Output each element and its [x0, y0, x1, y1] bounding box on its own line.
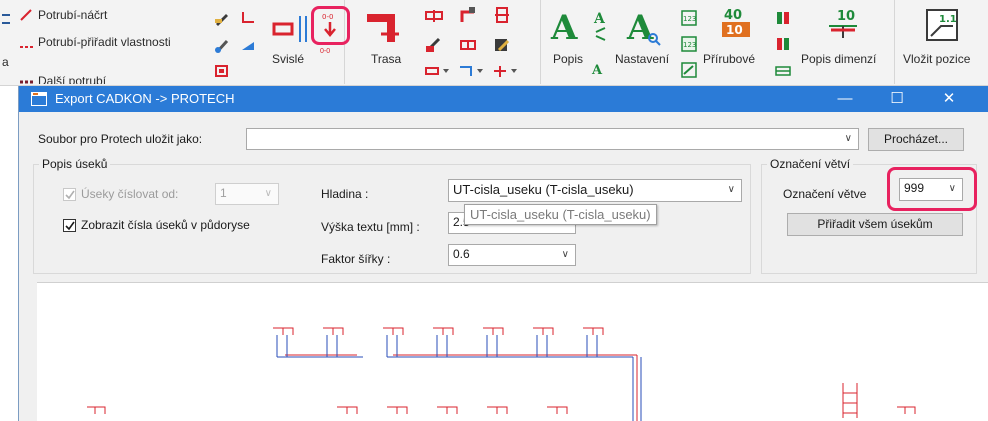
- layer-select[interactable]: UT-cisla_useku (T-cisla_useku) ∨: [448, 179, 742, 202]
- nastaveni-button[interactable]: A Nastavení: [613, 4, 679, 80]
- chevron-down-icon: ∨: [264, 188, 272, 199]
- svg-text:123: 123: [683, 41, 696, 49]
- svg-text:123: 123: [683, 15, 696, 23]
- minimize-button[interactable]: —: [825, 86, 865, 112]
- small-00-label: 0-0: [320, 48, 331, 55]
- flange-40-10-icon: 40 10: [719, 6, 755, 43]
- flange-small-b-icon[interactable]: [775, 36, 791, 55]
- num-123-mid-icon[interactable]: 123: [681, 36, 697, 55]
- fitting-d-icon[interactable]: [425, 36, 443, 57]
- show-numbers-checkbox[interactable]: [63, 219, 76, 232]
- dimension-label-icon: 10: [825, 6, 861, 43]
- fitting-a-icon[interactable]: [425, 8, 443, 27]
- group-trasa: Trasa: [345, 0, 541, 84]
- group-popis: A Popis A A A Nastavení 123 123 40 10 Pří…: [541, 0, 895, 84]
- popis-tiny-a-icon[interactable]: A: [591, 60, 607, 79]
- width-factor-value: 0.6: [453, 247, 470, 261]
- pipe-drawing: [87, 327, 916, 421]
- magnifier-icon: [647, 32, 661, 49]
- save-as-combobox[interactable]: ∨: [246, 128, 859, 150]
- pipe-assign-icon: [20, 39, 34, 48]
- export-dialog: Export CADKON -> PROTECH — ☐ ✕ Soubor pr…: [18, 86, 988, 421]
- layer-label: Hladina :: [321, 187, 369, 201]
- fitting-f-icon[interactable]: [493, 36, 511, 57]
- svg-text:10: 10: [837, 9, 855, 24]
- svg-text:1.1: 1.1: [939, 14, 957, 25]
- vlozit-pozice-label: Vložit pozice: [903, 52, 971, 66]
- popis-label: Popis: [553, 52, 584, 66]
- edit-pencil-icon[interactable]: [214, 10, 230, 29]
- prirubove-button[interactable]: 40 10 Přírubové: [701, 4, 773, 80]
- number-from-select[interactable]: 1 ∨: [215, 183, 279, 205]
- layer-value: UT-cisla_useku (T-cisla_useku): [453, 182, 634, 197]
- other-pipe-item[interactable]: Další potrubí: [20, 62, 150, 84]
- route-icon: [365, 10, 403, 47]
- width-factor-select[interactable]: 0.6 ∨: [448, 244, 576, 266]
- assign-all-button[interactable]: Přiřadit všem úsekům: [787, 213, 963, 236]
- svg-text:40: 40: [724, 8, 742, 23]
- num-123-low-icon[interactable]: [681, 62, 697, 81]
- layer-tooltip: UT-cisla_useku (T-cisla_useku): [464, 204, 657, 225]
- flange-small-c-icon[interactable]: [775, 62, 791, 81]
- highlight-branch: [887, 167, 977, 211]
- nastaveni-label: Nastavení: [615, 52, 670, 66]
- svisle-label: Svislé: [272, 52, 305, 66]
- pipe-sketch-icon: [20, 9, 32, 21]
- chevron-down-icon: ∨: [727, 184, 735, 195]
- popis-a-icon: A: [551, 8, 578, 48]
- chevron-down-icon: ∨: [844, 133, 852, 144]
- pipe-sketch-label: Potrubí-náčrt: [38, 8, 108, 22]
- fitting-b-icon[interactable]: [459, 6, 477, 27]
- number-from-value: 1: [220, 186, 227, 200]
- trasa-label: Trasa: [371, 52, 402, 66]
- vertical-pipe-icon: [272, 14, 312, 47]
- pipe-assign-label: Potrubí-přiřadit vlastnosti: [38, 35, 171, 49]
- segments-group-title: Popis úseků: [39, 157, 111, 171]
- popis-small-a-icon[interactable]: A: [593, 10, 609, 45]
- svg-text:A: A: [591, 63, 603, 76]
- show-numbers-label: Zobrazit čísla úseků v půdoryse: [81, 218, 250, 232]
- popis-dimenzi-label: Popis dimenzí: [801, 52, 877, 66]
- branch-label: Označení větve: [783, 187, 867, 201]
- fitting-g-dropdown-icon[interactable]: [425, 64, 451, 81]
- measure-icon[interactable]: [240, 38, 256, 57]
- width-factor-label: Faktor šířky :: [321, 252, 391, 266]
- number-from-label: Úseky číslovat od:: [81, 187, 179, 201]
- browse-button[interactable]: Procházet...: [868, 128, 964, 151]
- ribbon: a Potrubí-náčrt Potrubí-přiřadit vlastno…: [0, 0, 988, 86]
- vlozit-pozice-button[interactable]: 1.1 Vložit pozice: [899, 4, 985, 80]
- fitting-h-dropdown-icon[interactable]: [459, 64, 485, 81]
- svg-text:10: 10: [726, 23, 743, 37]
- other-pipe-label: Další potrubí: [38, 74, 107, 84]
- maximize-button[interactable]: ☐: [877, 86, 917, 112]
- trasa-button[interactable]: Trasa: [355, 4, 415, 80]
- grid-red-icon[interactable]: [214, 64, 230, 81]
- branch-group-title: Označení větví: [767, 157, 854, 171]
- app-window-icon: [31, 92, 47, 106]
- dialog-titlebar[interactable]: Export CADKON -> PROTECH — ☐ ✕: [19, 86, 988, 112]
- position-marker-icon: 1.1: [925, 8, 959, 45]
- fitting-i-dropdown-icon[interactable]: [493, 64, 519, 81]
- drawing-preview: [37, 282, 988, 421]
- chevron-down-icon: ∨: [561, 249, 569, 260]
- save-as-label: Soubor pro Protech uložit jako:: [38, 132, 203, 146]
- popis-dimenzi-button[interactable]: 10 Popis dimenzí: [795, 4, 893, 80]
- fitting-c-icon[interactable]: [493, 6, 511, 27]
- prirubove-label: Přírubové: [703, 52, 756, 66]
- group-pipe: Potrubí-náčrt Potrubí-přiřadit vlastnost…: [0, 0, 345, 84]
- dialog-title: Export CADKON -> PROTECH: [55, 91, 235, 106]
- group-pozice: 1.1 Vložit pozice: [895, 0, 988, 84]
- flange-small-a-icon[interactable]: [775, 10, 791, 29]
- num-123-top-icon[interactable]: 123: [681, 10, 697, 29]
- svg-text:A: A: [593, 11, 606, 27]
- close-button[interactable]: ✕: [929, 86, 969, 112]
- number-from-checkbox[interactable]: [63, 188, 76, 201]
- pipe-l-icon[interactable]: [240, 10, 256, 29]
- text-height-label: Výška textu [mm] :: [321, 220, 420, 234]
- other-pipe-icon: [20, 74, 34, 84]
- popis-button[interactable]: A Popis: [545, 4, 593, 80]
- brush-icon[interactable]: [214, 38, 230, 57]
- fitting-e-icon[interactable]: [459, 36, 477, 57]
